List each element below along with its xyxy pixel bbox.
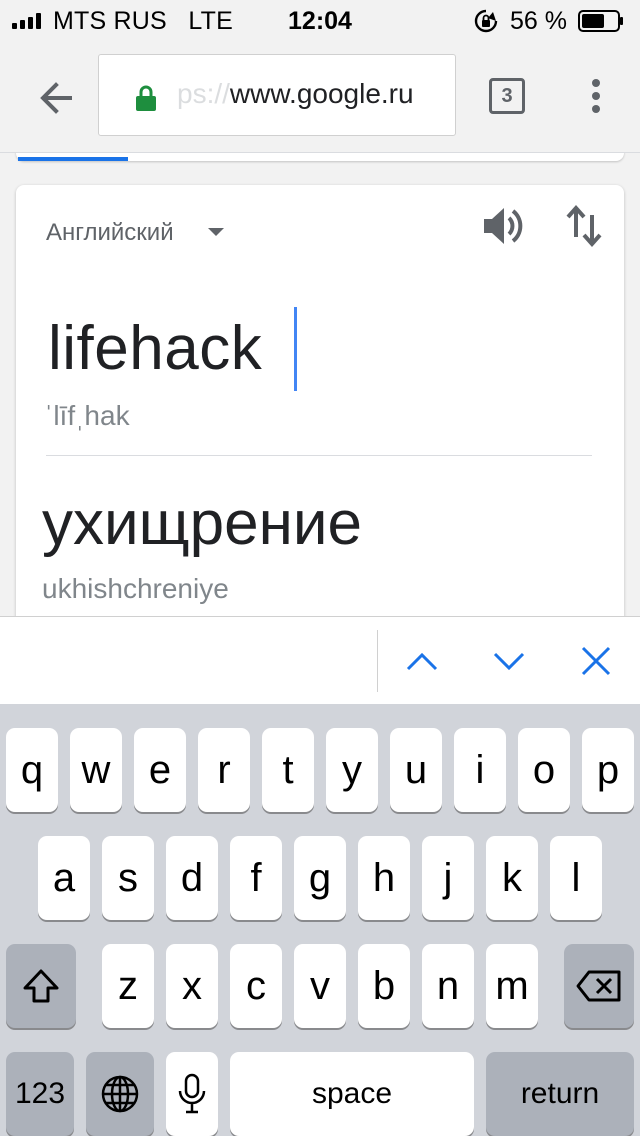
key-a[interactable]: a [38,836,90,920]
status-bar: MTS RUS LTE 12:04 56 % [0,0,640,40]
lock-icon [136,85,156,111]
key-g[interactable]: g [294,836,346,920]
key-r[interactable]: r [198,728,250,812]
microphone-icon [178,1073,206,1114]
rotation-lock-icon [474,9,498,33]
translated-text: ухищрение [42,489,362,558]
target-transliteration: ukhishchreniye [42,573,229,604]
key-l[interactable]: l [550,836,602,920]
text-cursor [294,307,297,391]
key-h[interactable]: h [358,836,410,920]
globe-icon [101,1075,139,1113]
delete-key[interactable] [564,944,634,1028]
chevron-down-icon[interactable] [208,228,224,236]
divider [46,455,592,456]
key-f[interactable]: f [230,836,282,920]
active-tab-indicator [18,157,128,161]
close-icon[interactable] [576,641,616,681]
shift-icon [23,969,59,1003]
key-j[interactable]: j [422,836,474,920]
find-in-page-bar [0,616,640,705]
chevron-up-icon[interactable] [402,641,442,681]
backspace-icon [576,970,621,1002]
key-q[interactable]: q [6,728,58,812]
numbers-key[interactable]: 123 [6,1052,74,1136]
space-key[interactable]: space [230,1052,474,1136]
key-b[interactable]: b [358,944,410,1028]
chevron-down-icon[interactable] [489,641,529,681]
key-m[interactable]: m [486,944,538,1028]
source-transliteration: ˈlīfˌhak [44,400,130,431]
globe-key[interactable] [86,1052,154,1136]
key-k[interactable]: k [486,836,538,920]
more-vert-icon[interactable] [584,76,608,116]
key-n[interactable]: n [422,944,474,1028]
find-separator [377,630,378,692]
page-content: Английский lifehack ˈlīfˌhak ухищрение u… [0,153,640,616]
speaker-icon[interactable] [480,203,526,249]
key-z[interactable]: z [102,944,154,1028]
shift-key[interactable] [6,944,76,1028]
return-key[interactable]: return [486,1052,634,1136]
key-x[interactable]: x [166,944,218,1028]
url-text: ps://www.google.ru [177,78,414,109]
key-c[interactable]: c [230,944,282,1028]
key-v[interactable]: v [294,944,346,1028]
key-e[interactable]: e [134,728,186,812]
key-s[interactable]: s [102,836,154,920]
back-arrow-icon[interactable] [30,72,82,124]
source-text-input[interactable]: lifehack [48,313,262,384]
key-u[interactable]: u [390,728,442,812]
key-w[interactable]: w [70,728,122,812]
swap-vertical-icon[interactable] [564,203,604,249]
key-d[interactable]: d [166,836,218,920]
translation-card: Английский lifehack ˈlīfˌhak ухищрение u… [16,185,624,616]
key-o[interactable]: o [518,728,570,812]
source-language-selector[interactable]: Английский [46,219,174,247]
address-bar[interactable]: ps://www.google.ru [98,54,456,136]
key-t[interactable]: t [262,728,314,812]
battery-icon [578,10,623,32]
keyboard: q w e r t y u i o p a s d f g h j k l z … [0,704,640,1136]
key-y[interactable]: y [326,728,378,812]
key-p[interactable]: p [582,728,634,812]
microphone-key[interactable] [166,1052,218,1136]
key-i[interactable]: i [454,728,506,812]
tab-switcher-button[interactable]: 3 [489,78,525,114]
battery-percentage: 56 % [510,7,567,35]
